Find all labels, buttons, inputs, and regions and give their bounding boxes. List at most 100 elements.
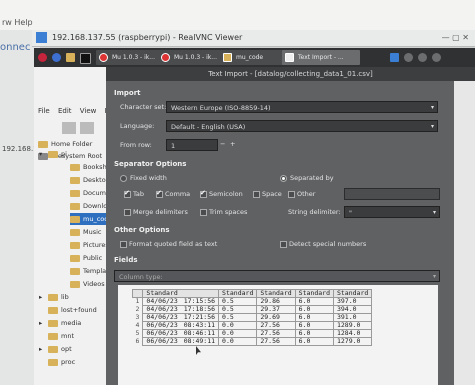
background-app-edge bbox=[454, 81, 475, 385]
host-connect-text: onnec bbox=[0, 42, 31, 53]
table-cell: 27.56 bbox=[256, 337, 296, 346]
wifi-icon[interactable] bbox=[418, 53, 427, 62]
preview-table[interactable]: Standard Standard Standard Standard Standard… bbox=[131, 289, 373, 346]
chevron-right-icon[interactable]: ▸ bbox=[39, 343, 42, 355]
table-cell: 08:49:11 bbox=[180, 337, 220, 346]
string-delimiter-select[interactable]: " ▾ bbox=[344, 206, 440, 218]
view-toolbar-icon[interactable] bbox=[62, 122, 76, 134]
other-label: Other bbox=[297, 190, 316, 198]
folder-icon bbox=[48, 332, 58, 340]
chevron-down-icon: ▾ bbox=[432, 273, 436, 280]
folder-icon bbox=[48, 345, 58, 353]
home-folder-icon bbox=[38, 140, 48, 148]
tree-item-label: mnt bbox=[61, 332, 74, 340]
detect-special-label: Detect special numbers bbox=[289, 240, 367, 248]
host-window-bar bbox=[0, 0, 475, 30]
tab-label: Tab bbox=[133, 190, 145, 198]
format-quoted-checkbox[interactable] bbox=[120, 241, 127, 248]
folder-icon bbox=[70, 176, 80, 184]
folder-icon bbox=[48, 306, 58, 314]
volume-icon[interactable] bbox=[432, 53, 441, 62]
raspberry-menu-icon[interactable] bbox=[38, 53, 47, 62]
folder-icon bbox=[48, 293, 58, 301]
table-row: 6 06/06/23 08:49:11 0.0 27.56 6.0 1279.0 bbox=[133, 337, 373, 346]
folder-icon bbox=[70, 267, 80, 275]
trim-spaces-label: Trim spaces bbox=[209, 208, 248, 216]
chevron-down-icon: ▾ bbox=[430, 104, 434, 111]
from-row-increment-button[interactable]: + bbox=[230, 140, 235, 148]
file-manager-menu: File Edit View B bbox=[38, 107, 115, 115]
folder-icon bbox=[70, 202, 80, 210]
from-row-input[interactable]: 1 bbox=[166, 139, 218, 151]
vnc-tray-icon[interactable] bbox=[390, 53, 399, 62]
chevron-down-icon: ▾ bbox=[432, 209, 436, 216]
chevron-right-icon[interactable]: ▸ bbox=[39, 317, 42, 329]
view-toolbar-icon[interactable] bbox=[80, 122, 94, 134]
from-row-decrement-button[interactable]: − bbox=[220, 140, 225, 148]
menu-file[interactable]: File bbox=[38, 107, 50, 115]
folder-icon bbox=[48, 319, 58, 327]
detect-special-checkbox[interactable] bbox=[280, 241, 287, 248]
table-cell: 1279.0 bbox=[332, 337, 373, 346]
fixed-width-radio[interactable] bbox=[120, 175, 127, 182]
format-quoted-label: Format quoted field as text bbox=[129, 240, 218, 248]
space-label: Space bbox=[262, 190, 282, 198]
folder-icon bbox=[70, 163, 80, 171]
language-select[interactable]: Default - English (USA) ▾ bbox=[166, 120, 438, 132]
folder-icon bbox=[70, 215, 80, 223]
comma-label: Comma bbox=[165, 190, 191, 198]
taskbar-button-text-import[interactable]: Text Import - ... bbox=[282, 50, 360, 65]
tree-item-label: Videos bbox=[83, 280, 105, 288]
other-separator-input[interactable] bbox=[344, 188, 440, 200]
comma-checkbox[interactable] bbox=[156, 189, 163, 198]
charset-label: Character set: bbox=[120, 103, 167, 111]
tab-checkbox[interactable] bbox=[124, 189, 131, 198]
tree-item-label: lost+found bbox=[61, 306, 97, 314]
folder-icon bbox=[70, 254, 80, 262]
dialog-title-bar[interactable]: Text Import - [datalog/collecting_data1_… bbox=[106, 67, 475, 81]
host-menu[interactable]: rw Help bbox=[2, 18, 33, 27]
browser-icon[interactable] bbox=[52, 53, 61, 62]
string-delimiter-label: String delimiter: bbox=[288, 208, 341, 216]
column-type-select[interactable]: Column type: ▾ bbox=[114, 270, 440, 282]
trim-spaces-checkbox[interactable] bbox=[200, 209, 207, 216]
tree-item-label: proc bbox=[61, 358, 76, 366]
fixed-width-label: Fixed width bbox=[130, 174, 167, 182]
separated-by-radio[interactable] bbox=[280, 175, 287, 182]
space-checkbox[interactable] bbox=[253, 191, 260, 198]
terminal-icon[interactable] bbox=[80, 53, 91, 64]
row-number: 6 bbox=[135, 337, 140, 345]
chevron-down-icon[interactable]: ▾ bbox=[39, 148, 42, 160]
folder-icon bbox=[70, 280, 80, 288]
other-options-section-header: Other Options bbox=[114, 226, 170, 234]
tree-item-label: Public bbox=[83, 254, 103, 262]
window-controls-icon[interactable]: — ▢ ✕ bbox=[442, 33, 469, 42]
folder-icon bbox=[48, 358, 58, 366]
tree-item-label: pi bbox=[61, 150, 67, 158]
menu-edit[interactable]: Edit bbox=[58, 107, 72, 115]
folder-icon bbox=[70, 241, 80, 249]
mu-icon bbox=[161, 53, 170, 62]
folder-icon bbox=[70, 228, 80, 236]
chevron-down-icon: ▾ bbox=[430, 123, 434, 130]
realvnc-icon bbox=[36, 32, 47, 43]
other-checkbox[interactable] bbox=[288, 191, 295, 198]
fields-section-header: Fields bbox=[114, 256, 138, 264]
tree-item-label: lib bbox=[61, 293, 69, 301]
vnc-title-bar[interactable]: 192.168.137.55 (raspberrypi) - RealVNC V… bbox=[32, 30, 475, 47]
folder-icon[interactable] bbox=[66, 53, 75, 62]
import-section-header: Import bbox=[114, 89, 141, 97]
charset-select[interactable]: Western Europe (ISO-8859-14) ▾ bbox=[166, 101, 438, 113]
merge-delimiters-checkbox[interactable] bbox=[124, 209, 131, 216]
tree-item-label: Music bbox=[83, 228, 102, 236]
menu-view[interactable]: View bbox=[80, 107, 97, 115]
tree-item-label: opt bbox=[61, 345, 72, 353]
bluetooth-icon[interactable] bbox=[404, 53, 413, 62]
folder-icon bbox=[70, 189, 80, 197]
semicolon-checkbox[interactable] bbox=[200, 189, 207, 198]
separator-section-header: Separator Options bbox=[114, 160, 187, 168]
chevron-right-icon[interactable]: ▸ bbox=[39, 291, 42, 303]
table-cell: 06/06/23 bbox=[142, 337, 181, 346]
language-label: Language: bbox=[120, 122, 155, 130]
rpi-taskbar: Mu 1.0.3 - ik... Mu 1.0.3 - ik... mu_cod… bbox=[34, 48, 475, 67]
